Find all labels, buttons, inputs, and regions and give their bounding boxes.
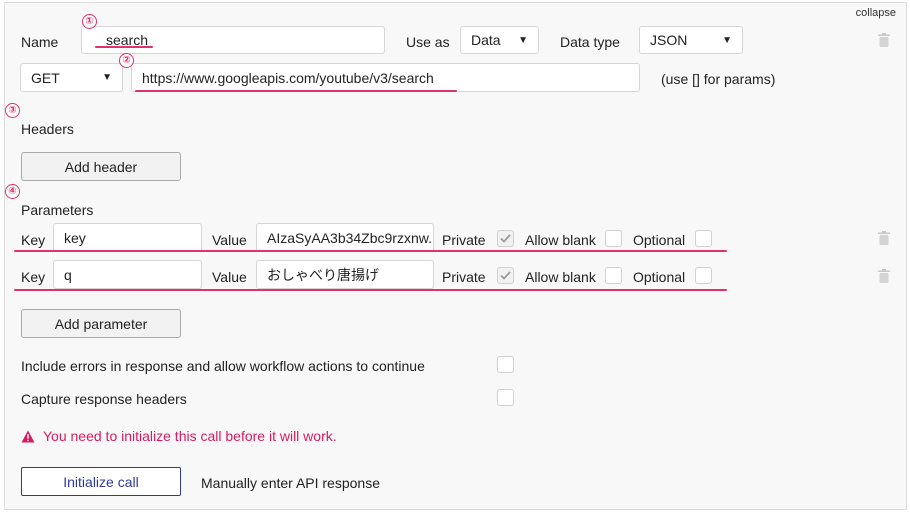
param-value-input[interactable]: AIzaSyAA3b34Zbc9rzxnw...	[256, 223, 434, 252]
url-input[interactable]: https://www.googleapis.com/youtube/v3/se…	[131, 63, 640, 92]
annotation-marker-1: ①	[82, 14, 97, 29]
param-value-value: AIzaSyAA3b34Zbc9rzxnw...	[267, 229, 434, 246]
add-header-button[interactable]: Add header	[21, 152, 181, 181]
name-input[interactable]: search	[81, 26, 385, 54]
use-as-label: Use as	[406, 34, 450, 50]
warning-icon	[21, 430, 35, 442]
include-errors-label: Include errors in response and allow wor…	[21, 358, 425, 374]
optional-label: Optional	[633, 269, 686, 285]
collapse-link[interactable]: collapse	[856, 7, 896, 19]
annotation-marker-2: ②	[119, 53, 134, 68]
annotation-underline-param-2	[14, 289, 727, 291]
capture-headers-label: Capture response headers	[21, 391, 187, 407]
param-key-value: key	[64, 229, 86, 246]
optional-checkbox[interactable]	[695, 230, 712, 247]
allow-blank-label: Allow blank	[525, 269, 596, 285]
data-type-value: JSON	[650, 32, 688, 48]
private-checkbox[interactable]	[497, 267, 514, 284]
private-label: Private	[442, 269, 486, 285]
warning-text: You need to initialize this call before …	[43, 428, 337, 444]
param-key-label: Key	[21, 269, 46, 285]
trash-icon[interactable]	[878, 33, 890, 47]
chevron-down-icon: ▼	[722, 34, 732, 46]
add-parameter-button[interactable]: Add parameter	[21, 309, 181, 338]
annotation-marker-3: ③	[5, 103, 20, 118]
chevron-down-icon: ▼	[102, 72, 112, 83]
headers-label: Headers	[21, 121, 74, 137]
allow-blank-checkbox[interactable]	[605, 267, 622, 284]
optional-checkbox[interactable]	[695, 267, 712, 284]
trash-icon[interactable]	[878, 231, 890, 245]
private-label: Private	[442, 232, 486, 248]
param-key-input[interactable]: q	[53, 260, 202, 289]
checkmark-icon	[500, 271, 511, 280]
url-hint: (use [] for params)	[661, 71, 776, 87]
chevron-down-icon: ▼	[518, 34, 528, 46]
manual-api-response-link[interactable]: Manually enter API response	[201, 475, 380, 491]
use-as-select[interactable]: Data ▼	[460, 26, 539, 54]
param-value-value: おしゃべり唐揚げ	[267, 266, 379, 283]
capture-headers-checkbox[interactable]	[497, 389, 514, 406]
optional-label: Optional	[633, 232, 686, 248]
param-key-value: q	[64, 266, 72, 283]
use-as-value: Data	[471, 32, 501, 48]
initialize-warning: You need to initialize this call before …	[21, 428, 337, 444]
method-select[interactable]: GET ▼	[20, 63, 123, 92]
param-key-input[interactable]: key	[53, 223, 202, 252]
parameters-label: Parameters	[21, 202, 94, 218]
param-value-input[interactable]: おしゃべり唐揚げ	[256, 260, 434, 289]
name-label: Name	[21, 34, 59, 50]
include-errors-checkbox[interactable]	[497, 356, 514, 373]
data-type-label: Data type	[560, 34, 620, 50]
initialize-call-button[interactable]: Initialize call	[21, 467, 181, 496]
api-call-panel: collapse Name search Use as Data ▼ Data …	[4, 2, 907, 510]
annotation-underline-url	[135, 90, 457, 92]
annotation-underline-name	[95, 46, 153, 48]
param-value-label: Value	[212, 269, 247, 285]
param-key-label: Key	[21, 232, 46, 248]
param-value-label: Value	[212, 232, 247, 248]
annotation-marker-4: ④	[5, 184, 20, 199]
allow-blank-label: Allow blank	[525, 232, 596, 248]
url-value: https://www.googleapis.com/youtube/v3/se…	[142, 69, 434, 86]
allow-blank-checkbox[interactable]	[605, 230, 622, 247]
data-type-select[interactable]: JSON ▼	[639, 26, 743, 54]
private-checkbox[interactable]	[497, 230, 514, 247]
method-value: GET	[31, 69, 60, 86]
checkmark-icon	[500, 234, 511, 243]
annotation-underline-param-1	[14, 250, 727, 252]
trash-icon[interactable]	[878, 269, 890, 283]
